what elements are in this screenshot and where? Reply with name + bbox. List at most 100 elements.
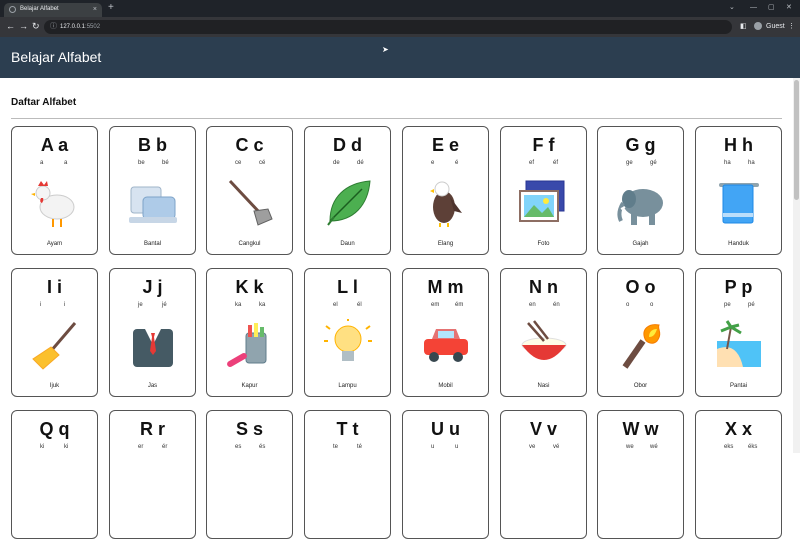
profile-label[interactable]: Guest <box>766 21 785 32</box>
broom-icon <box>32 322 77 370</box>
pronunciation-lower: éks <box>748 444 758 450</box>
pronunciation-upper: e <box>431 160 435 166</box>
pronunciation-upper: o <box>626 302 630 308</box>
pronunciation-lower: gé <box>650 160 657 166</box>
letter-card[interactable]: V v ve vé <box>500 410 587 539</box>
letter-pair: I i <box>46 277 62 297</box>
letter-card[interactable]: G g ge gé Gajah <box>597 126 684 255</box>
pronunciation-lower: bé <box>162 160 169 166</box>
card-word: Kapur <box>241 383 258 389</box>
info-icon[interactable]: ⓘ <box>50 22 57 32</box>
letter-card[interactable]: U u u u <box>402 410 489 539</box>
card-word: Gajah <box>632 241 649 247</box>
pronunciation-upper: a <box>40 160 44 166</box>
letter-card[interactable]: P p pe pé Pantai <box>695 268 782 397</box>
sidebar-icon[interactable]: ◧ <box>740 21 747 32</box>
letter-pair: O o <box>625 277 656 297</box>
card-word: Pantai <box>729 383 747 389</box>
letter-card[interactable]: D d de dé Daun <box>304 126 391 255</box>
letter-card[interactable]: T t te té <box>304 410 391 539</box>
pronunciation-upper: pe <box>724 302 731 308</box>
pronunciation-lower: i <box>64 302 66 308</box>
tab-strip: Belajar Alfabet × + ⌄ — ▢ ✕ <box>0 0 800 17</box>
letter-card[interactable]: C c ce cé Cangkul <box>206 126 293 255</box>
address-bar[interactable]: ⓘ 127.0.0.1:5502 <box>44 20 732 34</box>
pronunciation-upper: te <box>333 444 339 450</box>
pronunciation-lower: vé <box>553 444 560 450</box>
scrollbar-thumb[interactable] <box>794 80 799 200</box>
letter-pair: P p <box>724 277 753 297</box>
letter-card[interactable]: J j je jé Jas <box>109 268 196 397</box>
letter-card[interactable]: B b be bé Bantal <box>109 126 196 255</box>
letter-pair: G g <box>625 135 656 155</box>
beach-icon <box>717 320 761 367</box>
close-window-icon[interactable]: ✕ <box>786 3 792 13</box>
pronunciation-lower: és <box>259 444 266 450</box>
suit-icon <box>133 329 173 367</box>
pronunciation-upper: ka <box>235 302 242 308</box>
letter-pair: M m <box>427 277 464 297</box>
profile-icon[interactable] <box>754 22 762 30</box>
pronunciation-lower: ha <box>748 160 755 166</box>
pronunciation-lower: él <box>357 302 362 308</box>
letter-card[interactable]: K k ka ka Kapur <box>206 268 293 397</box>
pronunciation-upper: es <box>235 444 242 450</box>
letter-card[interactable]: S s es és <box>206 410 293 539</box>
letter-card[interactable]: Q q ki ki <box>11 410 98 539</box>
pronunciation-upper: u <box>431 444 435 450</box>
letter-card[interactable]: X x eks éks <box>695 410 782 539</box>
pronunciation-lower: é <box>455 160 459 166</box>
url-text: 127.0.0.1:5502 <box>60 22 100 32</box>
letter-card[interactable]: A a a a Ayam <box>11 126 98 255</box>
letter-pair: V v <box>529 419 558 439</box>
leaf-icon <box>327 180 371 226</box>
tab-search-icon[interactable]: ⌄ <box>729 3 735 13</box>
card-word: Lampu <box>338 383 357 389</box>
letter-card[interactable]: L l el él Lampu <box>304 268 391 397</box>
back-icon[interactable]: ← <box>6 21 15 32</box>
browser-toolbar: ← → ↻ ⓘ 127.0.0.1:5502 ◧ Guest ⋮ <box>0 17 800 37</box>
url-host: 127.0.0.1 <box>60 24 86 30</box>
letter-pair: C c <box>235 135 264 155</box>
hoe-icon <box>228 179 273 226</box>
new-tab-button[interactable]: + <box>108 2 114 14</box>
card-word: Nasi <box>537 383 550 389</box>
letter-card[interactable]: R r er ér <box>109 410 196 539</box>
pronunciation-lower: u <box>455 444 459 450</box>
pillow-icon <box>129 186 177 223</box>
maximize-icon[interactable]: ▢ <box>768 3 775 13</box>
pronunciation-upper: be <box>138 160 145 166</box>
close-tab-icon[interactable]: × <box>93 4 97 15</box>
letter-card[interactable]: O o o o Obor <box>597 268 684 397</box>
card-word: Cangkul <box>238 241 261 247</box>
minimize-icon[interactable]: — <box>750 3 757 13</box>
pronunciation-lower: ka <box>259 302 266 308</box>
browser-tab[interactable]: Belajar Alfabet × <box>4 3 102 17</box>
letter-pair: N n <box>529 277 558 297</box>
car-icon <box>424 329 468 362</box>
letter-card[interactable]: H h ha ha Handuk <box>695 126 782 255</box>
letter-pair: W w <box>622 419 659 439</box>
letter-pair: S s <box>235 419 264 439</box>
pronunciation-lower: éf <box>553 160 559 166</box>
card-word: Jas <box>147 383 158 389</box>
letter-card[interactable]: W w we wé <box>597 410 684 539</box>
forward-icon[interactable]: → <box>19 21 28 32</box>
pronunciation-upper: ge <box>626 160 633 166</box>
letter-card[interactable]: F f ef éf Foto <box>500 126 587 255</box>
letter-card[interactable]: E e e é Elang <box>402 126 489 255</box>
letter-pair: A a <box>40 135 69 155</box>
letter-pair: B b <box>138 135 167 155</box>
letter-pair: T t <box>336 419 359 439</box>
letter-card[interactable]: I i i i Ijuk <box>11 268 98 397</box>
globe-icon <box>9 6 16 13</box>
letter-pair: F f <box>532 135 555 155</box>
letter-card[interactable]: N n en én Nasi <box>500 268 587 397</box>
pronunciation-lower: ki <box>64 444 69 450</box>
pronunciation-upper: je <box>138 302 143 308</box>
card-word: Handuk <box>728 241 749 247</box>
menu-icon[interactable]: ⋮ <box>788 21 795 32</box>
rice-icon <box>521 320 567 360</box>
letter-card[interactable]: M m em ém Mobil <box>402 268 489 397</box>
reload-icon[interactable]: ↻ <box>32 21 40 32</box>
